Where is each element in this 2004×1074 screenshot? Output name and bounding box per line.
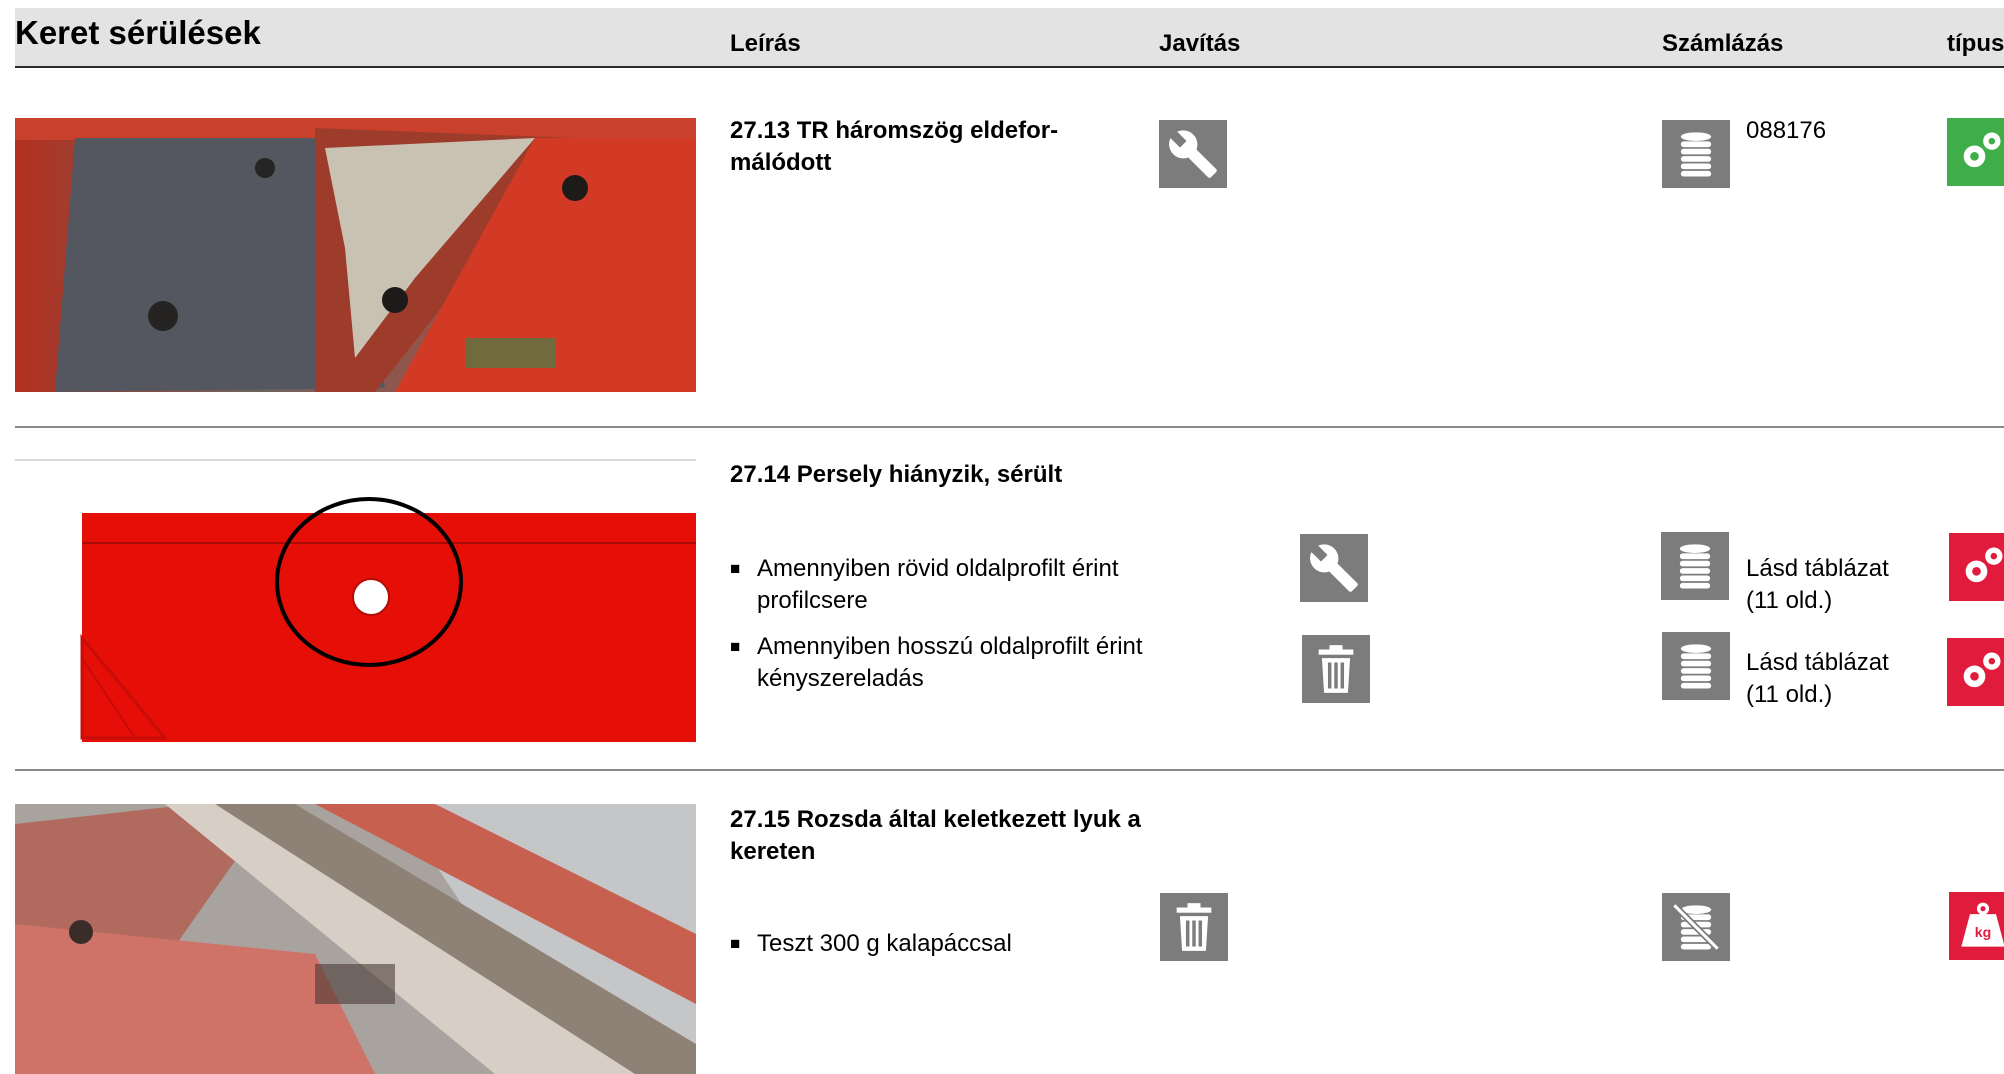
gears-icon xyxy=(1947,118,2004,186)
damage-photo-deformed-triangle xyxy=(15,118,696,392)
list-item: Amennyiben hosszú oldalprofilt érint kén… xyxy=(730,631,1177,695)
list-item: Amennyiben rövid oldalprofilt érint prof… xyxy=(730,553,1177,617)
row-title: 27.13 TR háromszög eldefor- málódott xyxy=(730,117,1059,176)
gears-icon xyxy=(1947,638,2004,706)
column-header-description: Leírás xyxy=(730,30,801,57)
list-item: Teszt 300 g kalapáccsal xyxy=(730,928,1177,960)
table-header: Keret sérülések Leírás Javítás Számlázás… xyxy=(15,8,2004,68)
damage-photo-bushing xyxy=(15,458,696,742)
coin-stack-icon xyxy=(1662,120,1730,188)
wrench-icon xyxy=(1159,120,1227,188)
billing-code: 088176 xyxy=(1746,117,1827,144)
coin-stack-icon xyxy=(1661,532,1729,600)
trash-icon xyxy=(1302,635,1370,703)
trash-icon xyxy=(1160,893,1228,961)
weight-kg-icon: kg xyxy=(1949,892,2004,960)
row-divider xyxy=(15,769,2004,771)
column-header-repair: Javítás xyxy=(1159,30,1241,57)
column-header-billing: Számlázás xyxy=(1662,30,1784,57)
wrench-icon xyxy=(1300,534,1368,602)
billing-note: Lásd táblázat (11 old.) xyxy=(1746,555,1889,614)
row-title: 27.14 Persely hiányzik, sérült xyxy=(730,461,1063,488)
coin-stack-crossed-icon xyxy=(1662,893,1730,961)
gears-icon xyxy=(1949,533,2004,601)
coin-stack-icon xyxy=(1662,632,1730,700)
column-header-type: típus xyxy=(1947,30,2004,57)
page-title: Keret sérülések xyxy=(15,14,261,51)
weight-kg-label: kg xyxy=(1975,924,1991,940)
billing-note: Lásd táblázat (11 old.) xyxy=(1746,649,1889,708)
damage-photo-rust-hole xyxy=(15,804,696,1074)
row-title: 27.15 Rozsda által keletkezett lyuk a ke… xyxy=(730,806,1141,865)
row-divider xyxy=(15,426,2004,428)
